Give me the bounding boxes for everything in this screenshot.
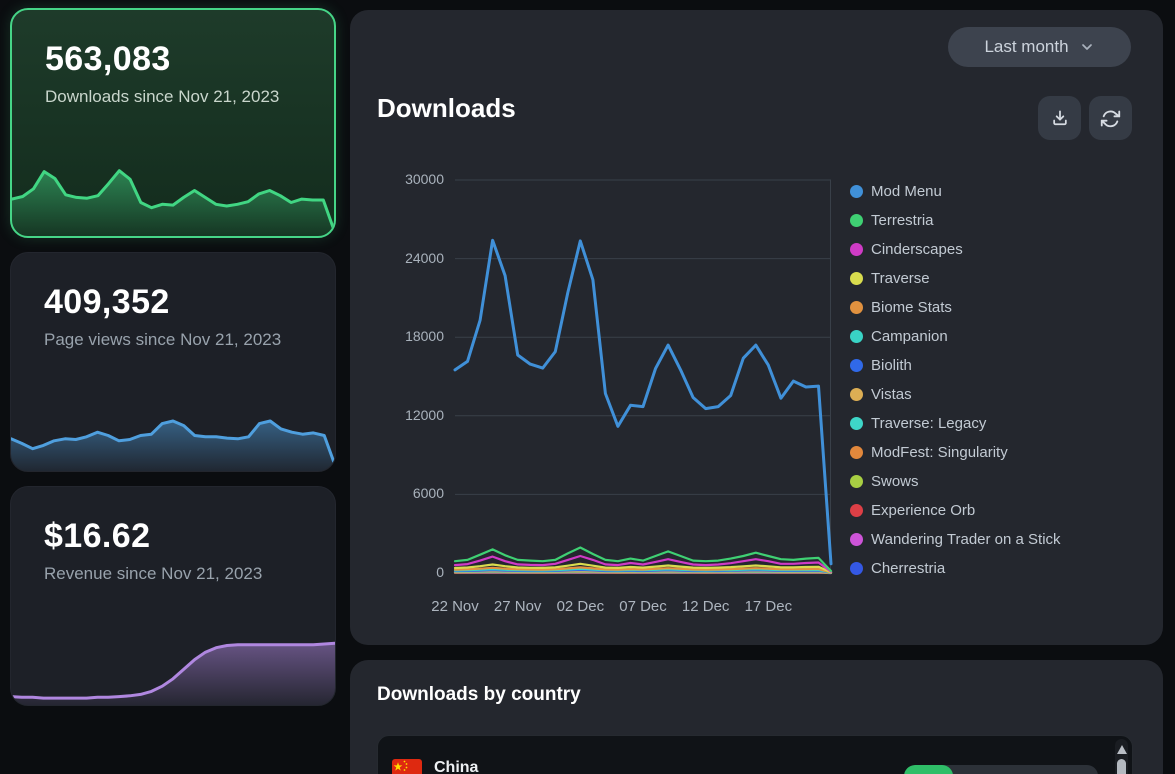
revenue-total-label: Revenue since Nov 21, 2023 — [11, 556, 335, 585]
scroll-up-arrow-icon[interactable] — [1117, 745, 1127, 754]
legend-dot-icon — [850, 504, 863, 517]
x-axis-label: 17 Dec — [733, 598, 803, 615]
legend-item[interactable]: Cinderscapes — [850, 235, 1061, 264]
y-axis-label: 6000 — [374, 485, 444, 501]
country-list-scrollbar[interactable] — [1115, 739, 1128, 774]
download-icon — [1050, 108, 1070, 128]
analytics-page: 563,083 Downloads since Nov 21, 2023 409… — [0, 0, 1175, 774]
legend-dot-icon — [850, 562, 863, 575]
country-name: China — [434, 759, 478, 774]
legend-label: Biolith — [871, 357, 912, 374]
legend-label: Cherrestria — [871, 560, 945, 577]
legend-label: Swows — [871, 473, 919, 490]
legend-label: ModFest: Singularity — [871, 444, 1008, 461]
china-flag-icon — [392, 759, 422, 774]
x-axis-label: 27 Nov — [483, 598, 553, 615]
country-panel-title: Downloads by country — [377, 684, 581, 706]
y-axis-label: 18000 — [374, 328, 444, 344]
downloads-panel: Last month Downloads — [350, 10, 1163, 645]
downloads-total-label: Downloads since Nov 21, 2023 — [12, 79, 334, 108]
legend-item[interactable]: Campanion — [850, 322, 1061, 351]
legend-item[interactable]: Traverse — [850, 264, 1061, 293]
legend-item[interactable]: Mod Menu — [850, 177, 1061, 206]
legend-item[interactable]: Traverse: Legacy — [850, 409, 1061, 438]
legend-dot-icon — [850, 214, 863, 227]
refresh-button[interactable] — [1089, 96, 1132, 140]
stat-card-downloads[interactable]: 563,083 Downloads since Nov 21, 2023 — [10, 8, 336, 238]
legend-label: Traverse: Legacy — [871, 415, 986, 432]
y-axis-label: 0 — [374, 564, 444, 580]
legend-dot-icon — [850, 272, 863, 285]
legend-label: Vistas — [871, 386, 912, 403]
legend-item[interactable]: Biolith — [850, 351, 1061, 380]
legend-dot-icon — [850, 446, 863, 459]
downloads-line-chart — [455, 180, 831, 573]
legend-dot-icon — [850, 359, 863, 372]
x-axis-label: 22 Nov — [420, 598, 490, 615]
legend-label: Terrestria — [871, 212, 934, 229]
scrollbar-thumb[interactable] — [1117, 759, 1126, 774]
y-axis-label: 12000 — [374, 407, 444, 423]
legend-item[interactable]: ModFest: Singularity — [850, 438, 1061, 467]
legend-item[interactable]: Terrestria — [850, 206, 1061, 235]
country-bar-track — [904, 765, 1098, 774]
country-list: China — [377, 735, 1133, 774]
chart-legend: Mod Menu Terrestria Cinderscapes Traverse Bi… — [850, 177, 1061, 583]
country-row: China — [378, 736, 1132, 774]
revenue-total: $16.62 — [11, 487, 335, 556]
legend-dot-icon — [850, 533, 863, 546]
panel-title: Downloads — [377, 93, 516, 124]
refresh-icon — [1100, 108, 1121, 129]
stat-card-page-views[interactable]: 409,352 Page views since Nov 21, 2023 — [10, 252, 336, 472]
legend-item[interactable]: Experience Orb — [850, 496, 1061, 525]
legend-item[interactable]: Swows — [850, 467, 1061, 496]
legend-dot-icon — [850, 417, 863, 430]
time-range-dropdown[interactable]: Last month — [948, 27, 1131, 67]
chevron-down-icon — [1079, 39, 1095, 55]
legend-label: Wandering Trader on a Stick — [871, 531, 1061, 548]
page-views-total: 409,352 — [11, 253, 335, 322]
page-views-total-label: Page views since Nov 21, 2023 — [11, 322, 335, 351]
legend-dot-icon — [850, 330, 863, 343]
stat-card-revenue[interactable]: $16.62 Revenue since Nov 21, 2023 — [10, 486, 336, 706]
legend-item[interactable]: Wandering Trader on a Stick — [850, 525, 1061, 554]
page-views-sparkline — [11, 399, 335, 471]
legend-label: Experience Orb — [871, 502, 975, 519]
downloads-total: 563,083 — [12, 10, 334, 79]
x-axis-label: 12 Dec — [671, 598, 741, 615]
legend-dot-icon — [850, 185, 863, 198]
legend-label: Biome Stats — [871, 299, 952, 316]
legend-dot-icon — [850, 475, 863, 488]
downloads-sparkline — [12, 144, 334, 236]
x-axis-label: 07 Dec — [608, 598, 678, 615]
time-range-label: Last month — [984, 37, 1068, 57]
downloads-by-country-panel: Downloads by country China — [350, 660, 1163, 774]
legend-item[interactable]: Cherrestria — [850, 554, 1061, 583]
legend-label: Mod Menu — [871, 183, 942, 200]
legend-dot-icon — [850, 243, 863, 256]
x-axis-label: 02 Dec — [545, 598, 615, 615]
stats-sidebar: 563,083 Downloads since Nov 21, 2023 409… — [10, 8, 336, 706]
legend-dot-icon — [850, 388, 863, 401]
legend-label: Traverse — [871, 270, 930, 287]
y-axis-label: 24000 — [374, 250, 444, 266]
export-csv-button[interactable] — [1038, 96, 1081, 140]
revenue-sparkline — [11, 625, 335, 705]
y-axis-label: 30000 — [374, 171, 444, 187]
legend-item[interactable]: Vistas — [850, 380, 1061, 409]
legend-item[interactable]: Biome Stats — [850, 293, 1061, 322]
country-bar-fill — [904, 765, 953, 774]
legend-label: Cinderscapes — [871, 241, 963, 258]
main-column: Last month Downloads — [350, 10, 1163, 774]
legend-label: Campanion — [871, 328, 948, 345]
legend-dot-icon — [850, 301, 863, 314]
